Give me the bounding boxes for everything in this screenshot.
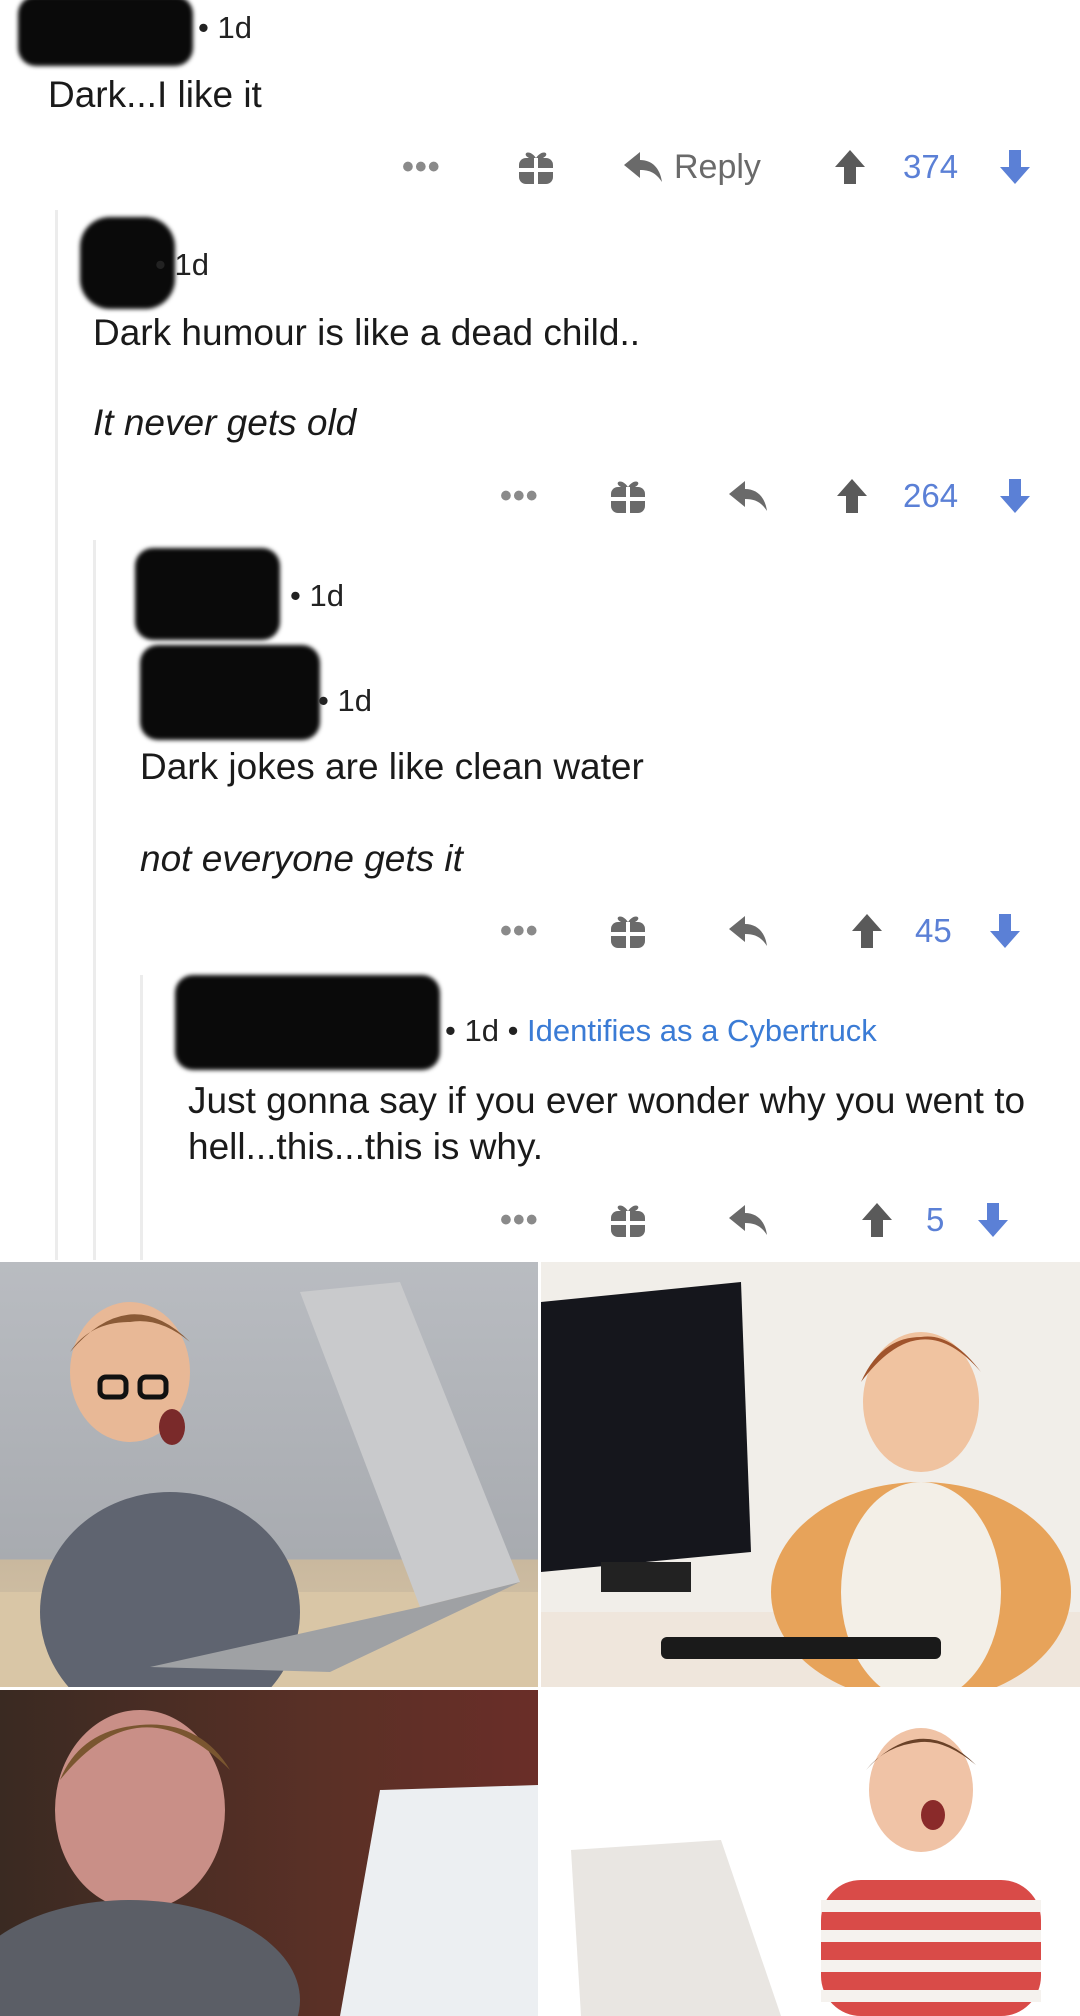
score: 374 [903,148,959,185]
comment-meta: • 1d • Identifies as a Cybertruck [445,1013,877,1048]
comment-age: 1d [337,683,372,718]
comment-body: Just gonna say if you ever wonder why yo… [188,1080,1026,1167]
gift-icon[interactable] [515,142,557,192]
downvote-icon[interactable] [988,906,1022,956]
redacted-username [18,0,193,66]
comment-meta: • 1d [198,10,252,45]
more-options-button[interactable]: ••• [402,142,441,192]
comment-actions: ••• Reply 374 [400,142,1050,192]
upvote-icon[interactable] [850,906,884,956]
reply-button[interactable] [727,906,769,956]
gift-icon[interactable] [607,471,649,521]
photo-shocked-boy-glasses [0,1262,538,1687]
redacted-username [175,975,440,1070]
comment-actions: ••• 264 [490,471,1050,521]
more-options-button[interactable]: ••• [500,906,539,956]
meme-image-grid [0,1262,1080,2016]
reply-label: Reply [674,147,761,186]
comment-meta: • 1d [290,578,344,613]
comment-body-line: not everyone gets it [140,838,463,879]
upvote-icon[interactable] [860,1195,894,1245]
comment-meta: • 1d [155,247,209,282]
redacted-username [140,645,320,740]
comment-actions: ••• 5 [490,1195,1050,1245]
user-flair: Identifies as a Cybertruck [527,1013,877,1048]
thread-line-2 [93,540,96,1260]
downvote-icon[interactable] [976,1195,1010,1245]
comment-age: 1d [217,10,252,45]
comment-age: 1d [464,1013,499,1048]
downvote-icon[interactable] [998,471,1032,521]
photo-excited-boy-striped [541,1690,1080,2016]
photo-boy-dark-room [0,1690,538,2016]
comment-age: 1d [309,578,344,613]
comment-actions: ••• 45 [490,906,1050,956]
more-options-button[interactable]: ••• [500,1195,539,1245]
downvote-icon[interactable] [998,142,1032,192]
comment-body-line: Dark humour is like a dead child.. [93,312,641,353]
score: 5 [926,1201,945,1238]
comment-body-line: It never gets old [93,402,357,443]
thread-line-3 [140,975,143,1260]
upvote-icon[interactable] [833,142,867,192]
reply-button[interactable] [727,471,769,521]
redacted-username [135,548,280,640]
more-options-button[interactable]: ••• [500,471,539,521]
gift-icon[interactable] [607,906,649,956]
thread-line-1 [55,210,58,1260]
reply-button[interactable]: Reply [622,142,761,192]
reply-button[interactable] [727,1195,769,1245]
comment-age: 1d [174,247,209,282]
comment-body: Dark...I like it [48,74,262,115]
score: 264 [903,477,959,514]
score: 45 [915,912,952,949]
comment-body-line: Dark jokes are like clean water [140,746,644,787]
comment-meta: • 1d [318,683,372,718]
gift-icon[interactable] [607,1195,649,1245]
photo-smiling-boy-computer [541,1262,1080,1687]
upvote-icon[interactable] [835,471,869,521]
